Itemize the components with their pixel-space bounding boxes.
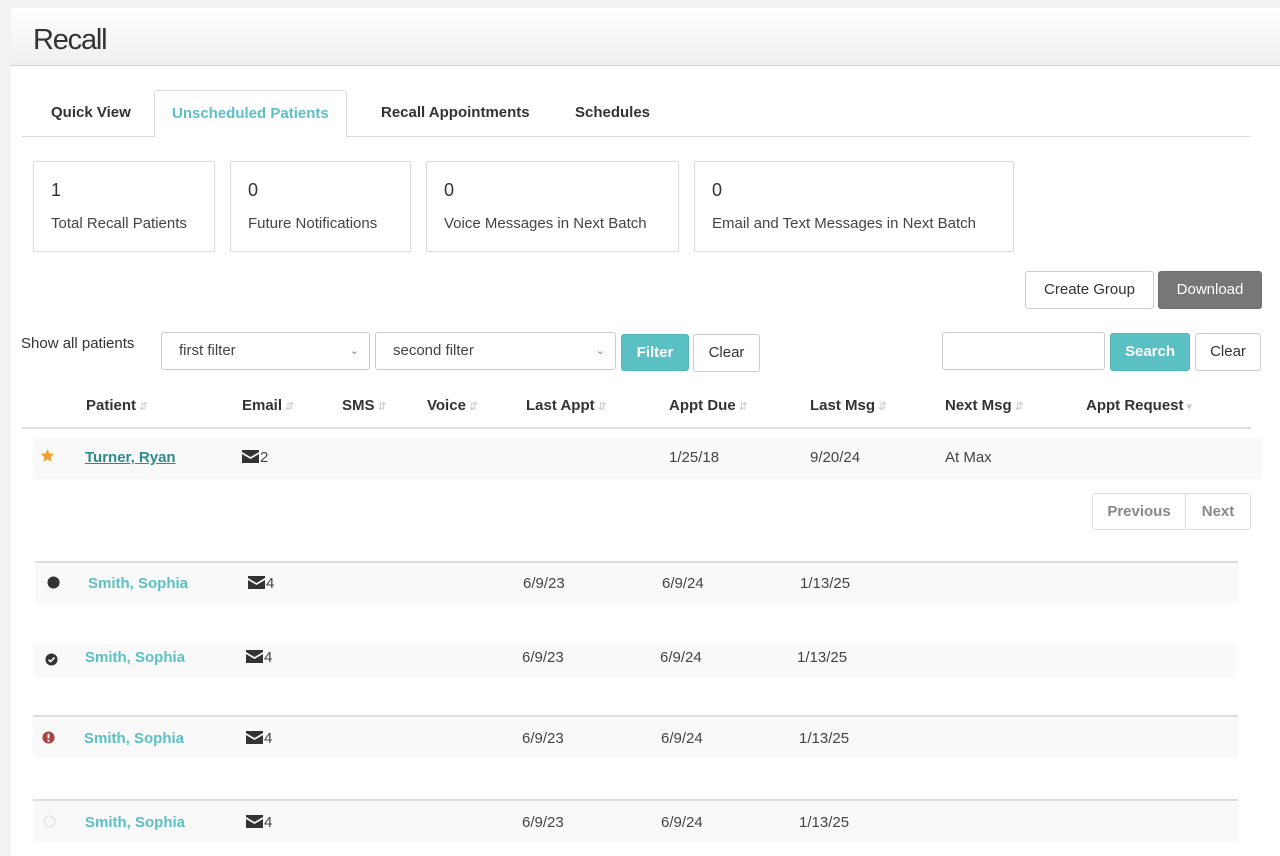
first-filter-select[interactable]: first filter ⌄	[161, 332, 370, 370]
patient-link[interactable]: Smith, Sophia	[84, 730, 184, 747]
download-button[interactable]: Download	[1158, 271, 1262, 309]
column-header-voice[interactable]: Voice ⇵	[427, 397, 478, 414]
last-msg: 1/13/25	[797, 649, 848, 666]
create-group-button[interactable]: Create Group	[1025, 271, 1154, 309]
example-row-exclamation-circle: Smith, Sophia 4 6/9/23 6/9/24 1/13/25	[33, 715, 1238, 758]
envelope-icon	[242, 450, 259, 463]
filter-clear-button[interactable]: Clear	[693, 334, 760, 372]
example-row-empty-circle: Smith, Sophia 4 6/9/23 6/9/24 1/13/25	[33, 799, 1238, 842]
chevron-down-icon: ⌄	[349, 345, 359, 357]
column-header-last-appt[interactable]: Last Appt ⇵	[526, 397, 607, 414]
check-circle-icon	[45, 653, 58, 670]
stat-future-notifications: 0 Future Notifications	[230, 161, 411, 252]
sort-icon: ⇵	[285, 401, 295, 413]
sort-icon: ⇵	[738, 401, 748, 413]
column-header-patient[interactable]: Patient ⇵	[86, 397, 148, 414]
sort-icon: ⇵	[597, 401, 607, 413]
table-header-divider	[22, 427, 1251, 429]
stat-value: 0	[248, 180, 259, 200]
tab-unscheduled-patients[interactable]: Unscheduled Patients	[154, 90, 347, 138]
envelope-icon	[248, 576, 265, 589]
tab-schedules[interactable]: Schedules	[558, 90, 667, 137]
last-appt: 6/9/23	[522, 730, 564, 747]
sort-icon: ⇵	[139, 401, 149, 413]
sort-icon: ⇵	[468, 401, 479, 413]
search-input[interactable]	[942, 332, 1105, 370]
filled-circle-icon	[47, 576, 60, 593]
stat-voice-messages: 0 Voice Messages in Next Batch	[426, 161, 679, 252]
appt-due: 6/9/24	[662, 575, 704, 592]
stat-email-text-messages: 0 Email and Text Messages in Next Batch	[694, 161, 1014, 252]
patient-link[interactable]: Turner, Ryan	[85, 449, 176, 466]
second-filter-select[interactable]: second filter ⌄	[375, 332, 616, 370]
patient-link[interactable]: Smith, Sophia	[85, 649, 185, 666]
column-header-email[interactable]: Email ⇵	[242, 397, 294, 414]
stat-value: 0	[444, 180, 455, 200]
appt-due: 6/9/24	[660, 649, 702, 666]
last-msg: 1/13/25	[800, 575, 851, 592]
email-count: 2	[242, 449, 268, 466]
next-msg: At Max	[945, 449, 992, 466]
column-header-sms[interactable]: SMS ⇵	[342, 397, 387, 414]
tab-quick-view[interactable]: Quick View	[34, 90, 148, 137]
show-all-patients-label: Show all patients	[21, 335, 135, 352]
last-msg: 1/13/25	[799, 814, 850, 831]
email-count: 4	[246, 730, 272, 747]
stat-total-recall-patients: 1 Total Recall Patients	[33, 161, 215, 252]
example-row-filled-circle: Smith, Sophia 4 6/9/23 6/9/24 1/13/25	[35, 561, 1238, 604]
stat-label: Future Notifications	[248, 215, 378, 232]
chevron-down-icon: ⌄	[595, 345, 605, 357]
star-icon	[40, 448, 55, 467]
patient-link[interactable]: Smith, Sophia	[85, 814, 185, 831]
stat-label: Voice Messages in Next Batch	[444, 215, 647, 232]
sort-icon: ⇵	[1014, 401, 1024, 413]
page-title: Recall	[33, 24, 108, 56]
sort-icon: ⇵	[377, 401, 387, 413]
sort-icon: ⇵	[878, 401, 888, 413]
email-count: 4	[248, 575, 274, 592]
last-appt: 6/9/23	[523, 575, 565, 592]
column-header-last-msg[interactable]: Last Msg ⇵	[810, 397, 887, 414]
last-appt: 6/9/23	[522, 814, 564, 831]
stat-value: 0	[712, 180, 723, 200]
exclamation-circle-icon	[42, 731, 55, 748]
stat-value: 1	[51, 180, 62, 200]
stat-label: Email and Text Messages in Next Batch	[712, 215, 977, 232]
last-msg: 1/13/25	[799, 730, 850, 747]
tab-recall-appointments[interactable]: Recall Appointments	[364, 90, 547, 137]
search-button[interactable]: Search	[1110, 333, 1190, 371]
column-header-appt-due[interactable]: Appt Due ⇵	[669, 397, 748, 414]
sort-desc-icon: ▾	[1186, 401, 1193, 413]
next-page-button[interactable]: Next	[1186, 494, 1250, 529]
envelope-icon	[246, 731, 263, 744]
stat-label: Total Recall Patients	[51, 215, 187, 232]
table-row: Turner, Ryan 2 1/25/18 9/20/24 At Max	[33, 438, 1262, 479]
last-appt: 6/9/23	[522, 649, 564, 666]
appt-due: 6/9/24	[661, 730, 703, 747]
appt-due: 1/25/18	[669, 449, 720, 466]
column-header-appt-request[interactable]: Appt Request ▾	[1086, 397, 1192, 414]
appt-due: 6/9/24	[661, 814, 703, 831]
pagination: Previous Next	[1092, 493, 1251, 530]
page-header: Recall	[11, 8, 1280, 66]
second-filter-value: second filter	[393, 342, 474, 359]
example-row-check-circle: Smith, Sophia 4 6/9/23 6/9/24 1/13/25	[33, 644, 1236, 678]
empty-circle-icon	[43, 815, 56, 832]
column-header-next-msg[interactable]: Next Msg ⇵	[945, 397, 1024, 414]
tab-bar: Quick View Unscheduled Patients Recall A…	[22, 90, 1251, 138]
email-count: 4	[246, 649, 272, 666]
filter-button[interactable]: Filter	[621, 334, 689, 371]
patient-link[interactable]: Smith, Sophia	[88, 575, 188, 592]
email-count: 4	[246, 814, 272, 831]
envelope-icon	[246, 650, 263, 663]
envelope-icon	[246, 815, 263, 828]
last-msg: 9/20/24	[810, 449, 861, 466]
first-filter-value: first filter	[179, 342, 236, 359]
search-clear-button[interactable]: Clear	[1195, 333, 1261, 371]
previous-page-button[interactable]: Previous	[1093, 494, 1186, 529]
